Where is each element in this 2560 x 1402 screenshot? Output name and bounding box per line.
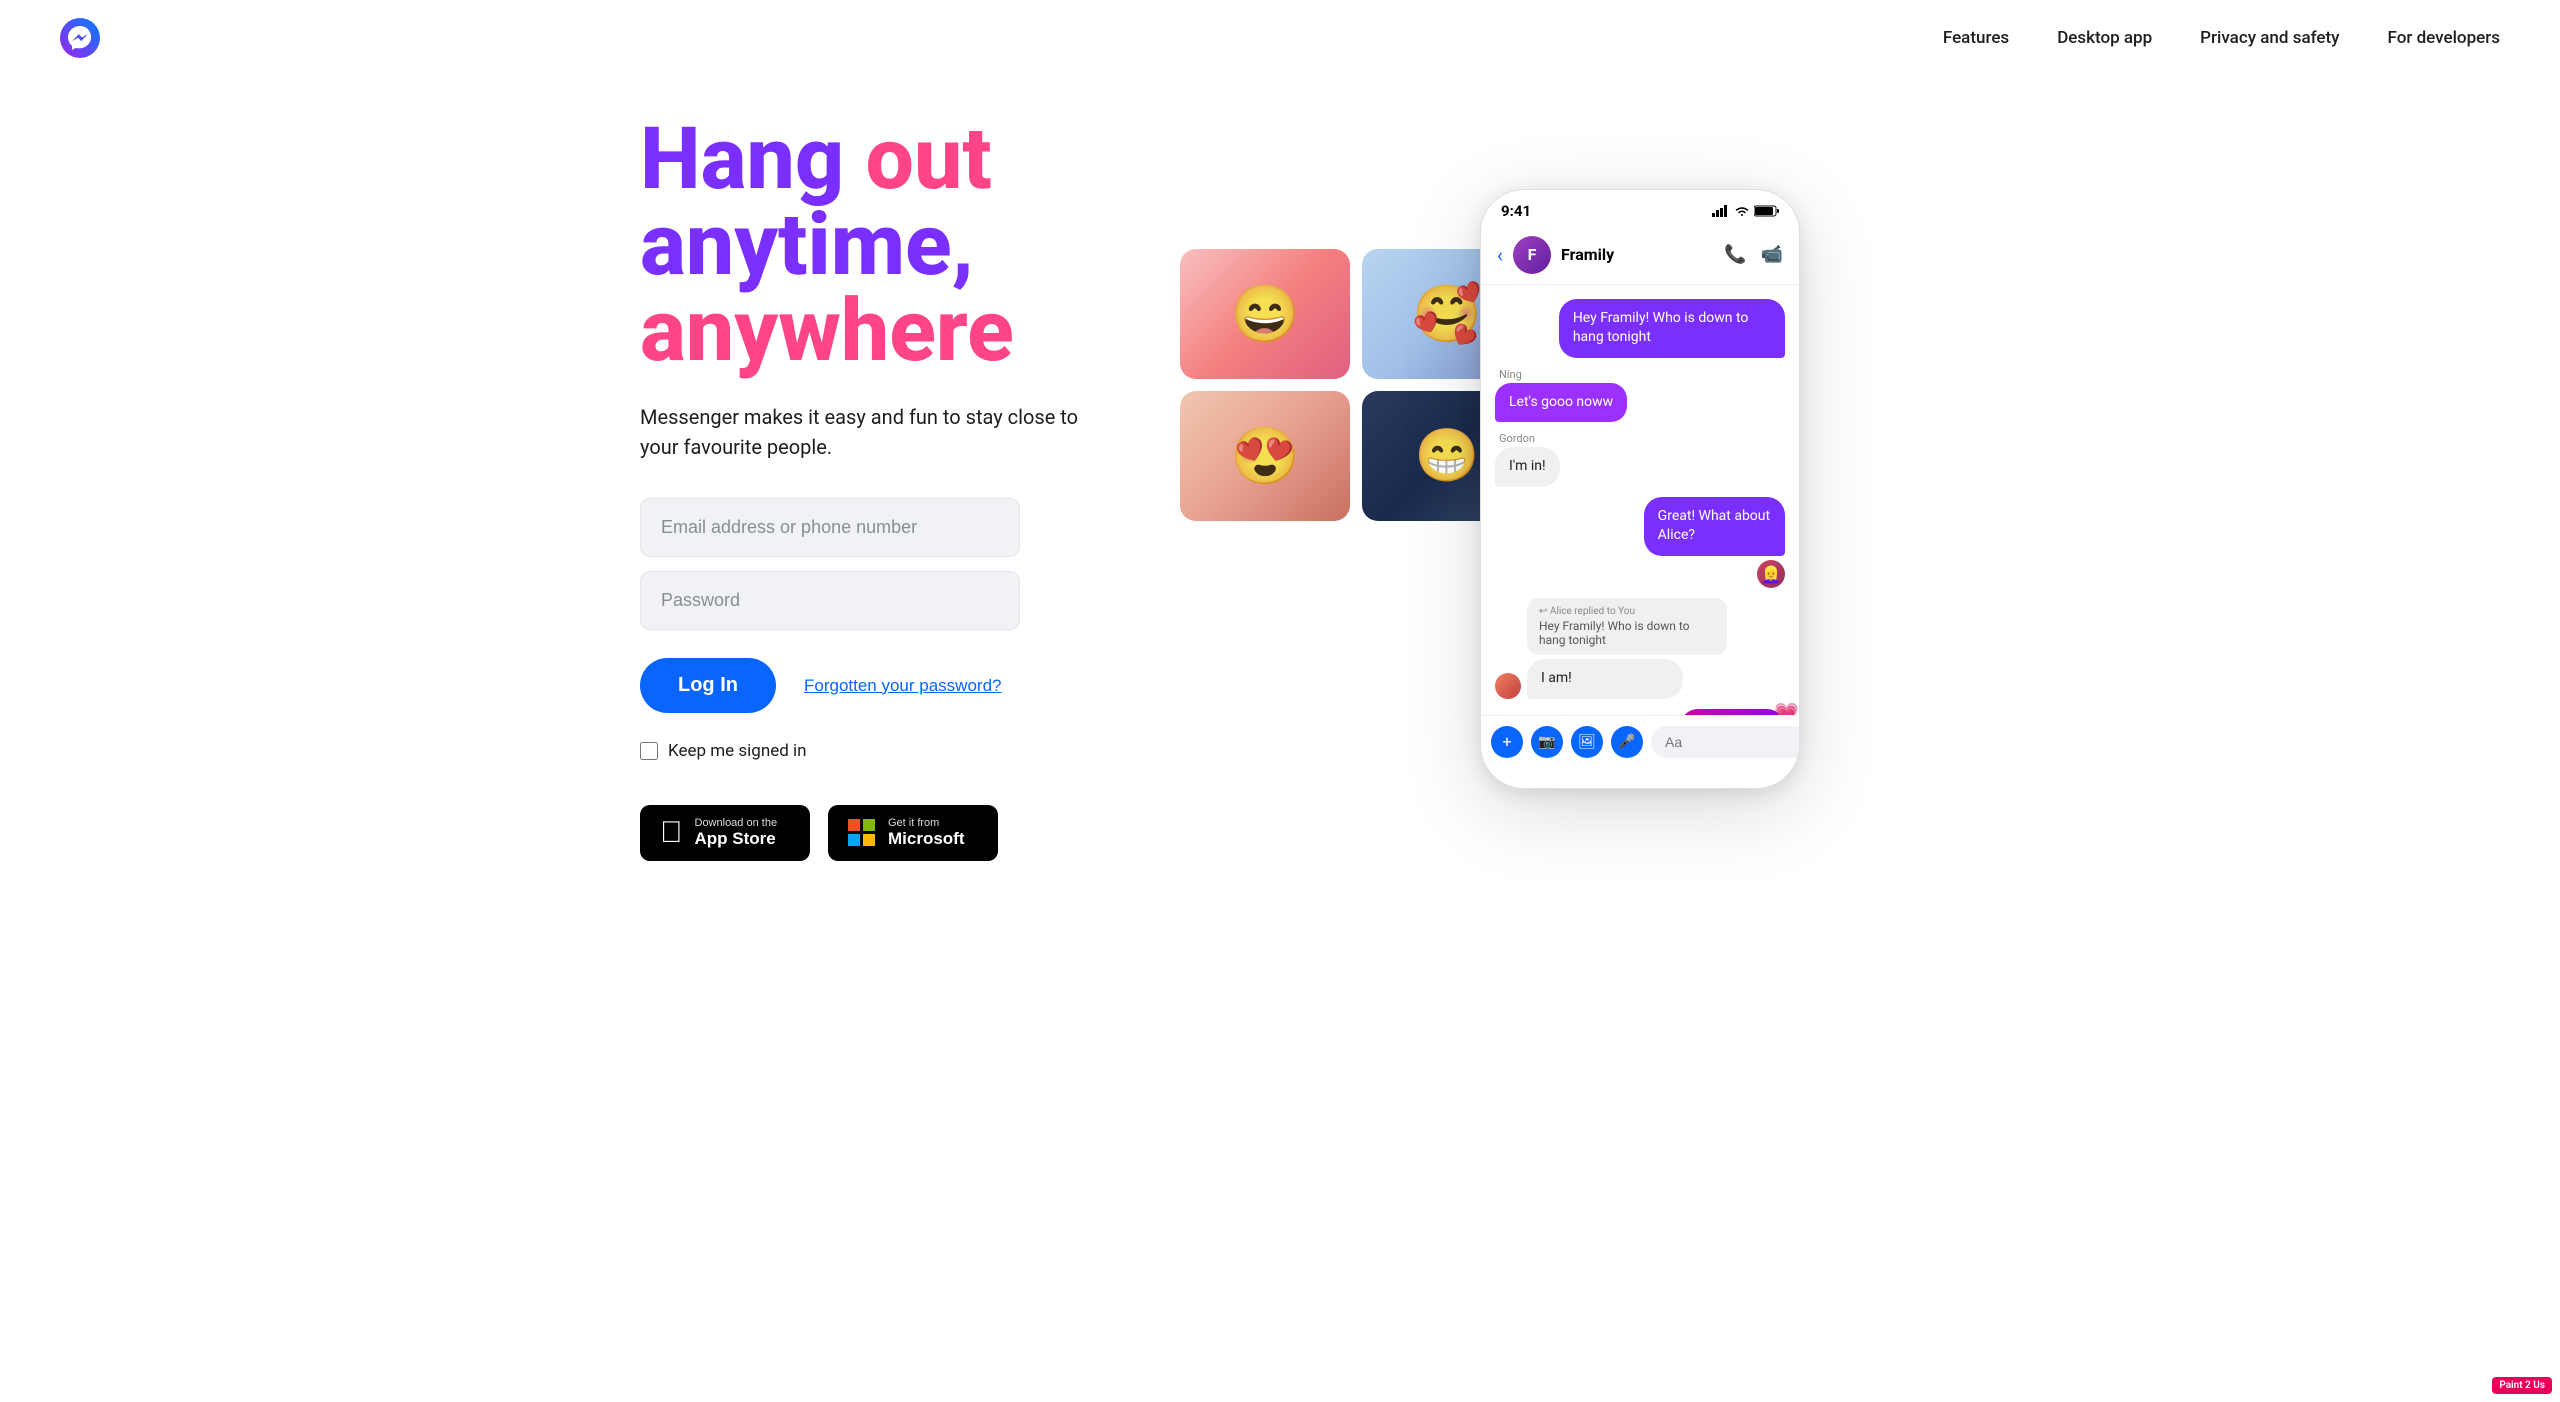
add-icon[interactable]: +: [1491, 726, 1523, 758]
nav-desktop-app[interactable]: Desktop app: [2057, 28, 2152, 48]
microsoft-store-button[interactable]: Get it from Microsoft: [828, 805, 998, 861]
message-2: Ning Let's gooo noww: [1495, 368, 1785, 423]
microsoft-icon: [848, 819, 876, 847]
hero-line2: anytime,: [640, 202, 1160, 288]
video-call-icon[interactable]: 📹: [1761, 244, 1783, 265]
alice-mini-avatar: [1495, 673, 1521, 699]
message-6: Yerp. Love you!! 💗 ❤️ 👩 👨 👩: [1495, 709, 1785, 715]
status-time: 9:41: [1501, 202, 1531, 220]
login-form: [640, 498, 1160, 630]
keep-signed-checkbox[interactable]: [640, 742, 658, 760]
phone-status-bar: 9:41: [1481, 190, 1799, 228]
msg-bubble-sent-2: Great! What about Alice?: [1644, 497, 1785, 556]
msg-bubble-alice: I am!: [1527, 659, 1683, 699]
alice-avatar: 👱‍♀️: [1757, 560, 1785, 588]
phone-call-icon[interactable]: 📞: [1724, 244, 1746, 265]
keep-signed-row: Keep me signed in: [640, 741, 1160, 761]
reply-preview: ↩ Alice replied to You Hey Framily! Who …: [1527, 598, 1727, 655]
nav-developers[interactable]: For developers: [2388, 28, 2500, 48]
sender-ning: Ning: [1495, 368, 1785, 381]
group-avatar: F: [1513, 236, 1551, 274]
status-icons: [1712, 205, 1779, 217]
msg-bubble-ning: Let's gooo noww: [1495, 383, 1627, 423]
video-thumb-1: 😄: [1180, 249, 1350, 379]
hero-title: Hang out anytime, anywhere: [640, 116, 1160, 374]
msg-bubble-sent-1: Hey Framily! Who is down to hang tonight: [1559, 299, 1785, 358]
logo[interactable]: [60, 18, 100, 58]
keep-signed-label[interactable]: Keep me signed in: [668, 741, 807, 761]
phone-mockup: 9:41: [1480, 189, 1800, 789]
battery-icon: [1754, 205, 1779, 217]
apple-store-label: Download on the: [695, 817, 778, 829]
nav-features[interactable]: Features: [1943, 28, 2009, 48]
chat-input-bar: + 📷 🖼 🎤 🙂 👍: [1481, 715, 1799, 768]
action-row: Log In Forgotten your password?: [640, 658, 1160, 713]
photo-icon[interactable]: 🖼: [1571, 726, 1603, 758]
ms-store-label: Get it from: [888, 817, 965, 829]
login-button[interactable]: Log In: [640, 658, 776, 713]
header-actions: 📞 📹: [1724, 244, 1783, 265]
message-3: Gordon I'm in!: [1495, 432, 1785, 487]
apple-icon: : [660, 818, 683, 848]
password-input[interactable]: [640, 571, 1020, 630]
email-input[interactable]: [640, 498, 1020, 557]
signal-icon: [1712, 205, 1730, 217]
chat-messages: Hey Framily! Who is down to hang tonight…: [1481, 285, 1799, 715]
app-store-button[interactable]:  Download on the App Store: [640, 805, 810, 861]
wifi-icon: [1734, 205, 1750, 217]
back-button[interactable]: ‹: [1497, 243, 1503, 267]
message-4: Great! What about Alice? 👱‍♀️: [1495, 497, 1785, 588]
msg-bubble-gordon: I'm in!: [1495, 447, 1560, 487]
message-5: ↩ Alice replied to You Hey Framily! Who …: [1495, 598, 1785, 699]
message-1: Hey Framily! Who is down to hang tonight: [1495, 299, 1785, 358]
hero-line3: anywhere: [640, 288, 1160, 374]
camera-icon[interactable]: 📷: [1531, 726, 1563, 758]
paint-badge: Paint 2 Us: [2492, 1377, 2552, 1394]
nav-privacy-safety[interactable]: Privacy and safety: [2200, 28, 2339, 48]
right-panel: 😄 🥰 😍 😁 9:41: [1240, 189, 1920, 789]
nav-links: Features Desktop app Privacy and safety …: [1943, 28, 2500, 48]
msg-bubble-sent-3: Yerp. Love you!! 💗 ❤️: [1680, 709, 1785, 715]
chat-header: ‹ F Framily 📞 📹: [1481, 228, 1799, 285]
store-buttons:  Download on the App Store Get it fr: [640, 805, 1160, 861]
left-panel: Hang out anytime, anywhere Messenger mak…: [640, 116, 1160, 861]
forgot-password-link[interactable]: Forgotten your password?: [804, 676, 1002, 696]
group-name: Framily: [1561, 245, 1714, 264]
sender-gordon: Gordon: [1495, 432, 1785, 445]
apple-store-name: App Store: [695, 829, 778, 849]
navbar: Features Desktop app Privacy and safety …: [0, 0, 2560, 76]
hero-subtitle: Messenger makes it easy and fun to stay …: [640, 402, 1100, 462]
ms-store-name: Microsoft: [888, 829, 965, 849]
main-container: Hang out anytime, anywhere Messenger mak…: [580, 76, 1980, 921]
chat-input[interactable]: [1651, 726, 1800, 758]
video-thumb-3: 😍: [1180, 391, 1350, 521]
mic-icon[interactable]: 🎤: [1611, 726, 1643, 758]
